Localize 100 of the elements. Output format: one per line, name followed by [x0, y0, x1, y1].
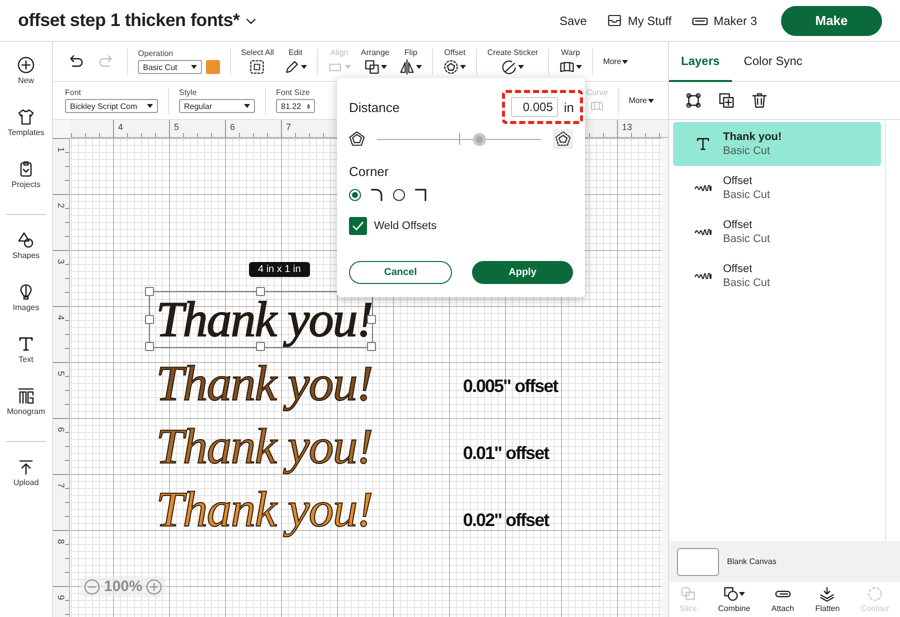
combine-button[interactable]: Combine — [718, 586, 750, 613]
more-button[interactable]: More — [603, 57, 628, 66]
group-icon — [685, 92, 702, 109]
ruler-number: 5 — [56, 371, 66, 376]
ruler-number: 1 — [56, 147, 66, 152]
canvas-row[interactable]: Blank Canvas — [669, 541, 900, 582]
distance-field[interactable]: 0.005 — [510, 97, 558, 117]
checkmark-icon — [352, 221, 364, 231]
stepper-icon[interactable] — [307, 102, 310, 110]
monogram-icon — [17, 387, 35, 405]
trash-icon — [751, 92, 768, 109]
layer-item[interactable]: Thank you! Basic Cut — [673, 122, 881, 166]
slider-thumb[interactable] — [472, 132, 486, 146]
caret-icon — [739, 592, 746, 596]
selectall-tool-button[interactable]: Select All — [241, 48, 274, 75]
unit-label: in — [564, 100, 574, 114]
zoom-out-icon[interactable] — [84, 578, 100, 594]
pentagon-icon — [349, 131, 365, 147]
more-button[interactable]: More — [628, 96, 654, 105]
panel-tab[interactable]: Color Sync — [732, 42, 814, 82]
layer-item[interactable]: Offset Basic Cut — [673, 254, 881, 298]
sidebar-item[interactable]: Templates — [0, 108, 52, 148]
script-thumbnail-icon — [694, 185, 712, 191]
cancel-button[interactable]: Cancel — [349, 261, 452, 284]
pentagon-offset-icon — [555, 131, 571, 147]
font-size-label: Font Size — [276, 88, 311, 97]
sidebar-item[interactable]: Images — [6, 283, 46, 323]
font-size-field[interactable]: 81.22 — [276, 99, 315, 113]
ruler-number: 9 — [56, 595, 66, 600]
save-link[interactable]: Save — [559, 14, 587, 28]
zoom-in-icon[interactable] — [146, 578, 162, 594]
caret-icon — [380, 65, 387, 69]
offset-label[interactable]: 0.01" offset — [463, 443, 558, 465]
warp-icon — [590, 99, 604, 113]
style-dropdown[interactable]: Regular — [179, 99, 255, 113]
color-swatch[interactable] — [206, 60, 220, 74]
layer-name: Offset — [723, 219, 754, 231]
sticker-icon — [501, 59, 518, 75]
caret-icon — [460, 65, 466, 69]
project-title: offset step 1 thicken fonts* — [18, 10, 240, 31]
layer-item[interactable]: Offset Basic Cut — [673, 210, 881, 254]
script-thumbnail-icon — [694, 273, 712, 279]
sidebar-item[interactable]: Monogram — [6, 387, 46, 427]
undo-icon — [67, 53, 84, 70]
make-button[interactable]: Make — [781, 6, 882, 36]
caret-icon — [191, 65, 197, 69]
size-tooltip: 4 in x 1 in — [249, 262, 310, 277]
layer-operation: Basic Cut — [723, 189, 770, 201]
plus-circle-icon — [17, 56, 35, 74]
offset-tool-button[interactable]: Offset — [443, 48, 466, 75]
layer-item[interactable]: Offset Basic Cut — [673, 166, 881, 210]
layer-name: Offset — [723, 263, 754, 275]
sticker-tool-button[interactable]: Create Sticker — [487, 48, 538, 75]
attach-button[interactable]: Attach — [771, 586, 794, 613]
sidebar-item[interactable]: Projects — [0, 160, 52, 200]
corner-label: Corner — [349, 164, 390, 179]
font-label: Font — [65, 88, 82, 97]
caret-icon — [344, 65, 351, 69]
ruler-number: 8 — [56, 539, 66, 544]
operation-label: Operation — [138, 49, 174, 58]
caret-icon — [300, 65, 307, 69]
layer-operation: Basic Cut — [723, 277, 770, 289]
offset-icon — [443, 59, 460, 75]
caret-icon — [147, 104, 153, 108]
font-dropdown[interactable]: Bickley Script Com — [65, 99, 158, 113]
ruler-number: 7 — [56, 483, 66, 488]
checkbox-label: Weld Offsets — [374, 220, 437, 232]
sidebar-item[interactable]: Text — [6, 335, 46, 375]
rounded-corner-icon — [369, 187, 385, 203]
distance-slider[interactable] — [377, 132, 541, 146]
text-icon — [695, 136, 711, 152]
panel-tab[interactable]: Layers — [669, 42, 732, 82]
t-shirt-icon — [17, 108, 35, 126]
offset-label[interactable]: 0.005" offset — [463, 376, 558, 398]
arrange-tool-button[interactable]: Arrange — [360, 48, 390, 75]
operation-dropdown[interactable]: Basic Cut — [138, 60, 202, 74]
sidebar-item[interactable]: Shapes — [6, 231, 46, 271]
flip-tool-button[interactable]: Flip — [399, 48, 422, 75]
my-stuff-link[interactable]: My Stuff — [606, 13, 672, 28]
redo-icon — [98, 53, 115, 70]
apply-button[interactable]: Apply — [472, 261, 573, 284]
script-thumbnail-icon — [694, 229, 712, 235]
flatten-icon — [819, 586, 836, 602]
inbox-icon — [606, 13, 622, 28]
warp-tool-button[interactable]: Warp — [559, 48, 582, 75]
sidebar-item[interactable]: Upload — [6, 458, 46, 498]
checkbox[interactable] — [349, 217, 367, 235]
sidebar-item[interactable]: New — [0, 56, 52, 96]
distance-label: Distance — [349, 100, 400, 114]
edit-tool-button[interactable]: Edit — [284, 48, 307, 75]
ruler-number: 3 — [56, 259, 66, 264]
radio-button[interactable] — [393, 189, 405, 201]
machine-selector[interactable]: Maker 3 — [692, 12, 757, 28]
offset-label[interactable]: 0.02" offset — [463, 510, 558, 532]
caret-icon — [576, 65, 582, 69]
flatten-button[interactable]: Flatten — [815, 586, 840, 613]
canvas-swatch — [677, 548, 719, 576]
radio-button[interactable] — [349, 189, 361, 201]
caret-icon — [244, 104, 250, 108]
layer-name: Thank you! — [723, 131, 782, 143]
